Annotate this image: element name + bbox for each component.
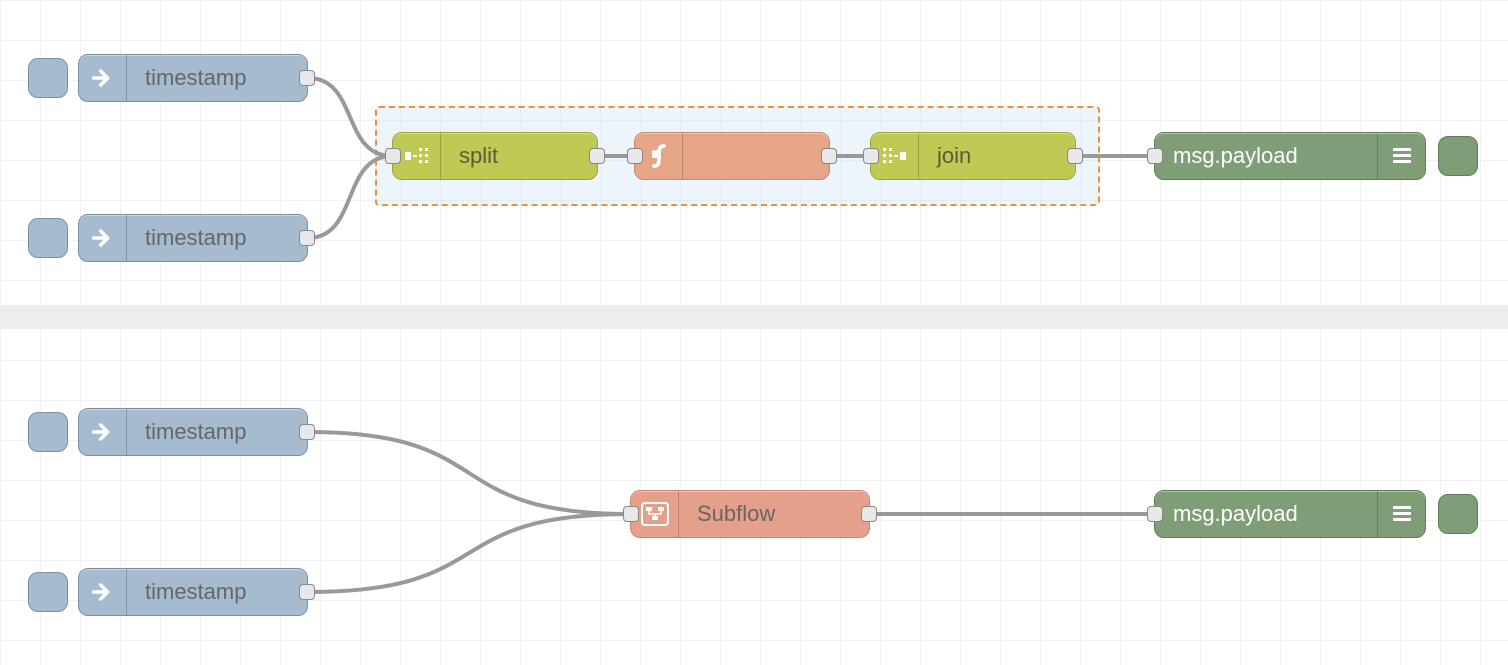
inject-button[interactable] [28,218,68,258]
inject-node[interactable]: timestamp [78,408,308,456]
output-port[interactable] [821,148,837,164]
output-port[interactable] [299,584,315,600]
output-port[interactable] [861,506,877,522]
node-label: join [919,143,1075,169]
node-label: timestamp [127,225,307,251]
output-port[interactable] [299,70,315,86]
output-port[interactable] [589,148,605,164]
join-node[interactable]: join [870,132,1076,180]
split-node[interactable]: split [392,132,598,180]
output-port[interactable] [1067,148,1083,164]
node-label: split [441,143,597,169]
node-label: Subflow [679,501,869,527]
debug-node[interactable]: msg.payload [1154,132,1426,180]
debug-toggle-button[interactable] [1438,494,1478,534]
output-port[interactable] [299,230,315,246]
output-port[interactable] [299,424,315,440]
debug-icon [1377,133,1425,179]
inject-node[interactable]: timestamp [78,214,308,262]
inject-node[interactable]: timestamp [78,568,308,616]
input-port[interactable] [863,148,879,164]
node-label: msg.payload [1155,501,1377,527]
input-port[interactable] [1147,506,1163,522]
arrow-right-icon [79,569,127,615]
canvas-divider [0,305,1508,329]
debug-toggle-button[interactable] [1438,136,1478,176]
node-label: timestamp [127,65,307,91]
debug-icon [1377,491,1425,537]
arrow-right-icon [79,215,127,261]
arrow-right-icon [79,409,127,455]
input-port[interactable] [1147,148,1163,164]
function-node[interactable] [634,132,830,180]
input-port[interactable] [623,506,639,522]
flow-canvas[interactable]: timestamp timestamp split [0,0,1508,665]
input-port[interactable] [385,148,401,164]
inject-node[interactable]: timestamp [78,54,308,102]
inject-button[interactable] [28,412,68,452]
input-port[interactable] [627,148,643,164]
node-label: timestamp [127,419,307,445]
arrow-right-icon [79,55,127,101]
debug-node[interactable]: msg.payload [1154,490,1426,538]
inject-button[interactable] [28,58,68,98]
subflow-node[interactable]: Subflow [630,490,870,538]
inject-button[interactable] [28,572,68,612]
node-label: timestamp [127,579,307,605]
node-label: msg.payload [1155,143,1377,169]
